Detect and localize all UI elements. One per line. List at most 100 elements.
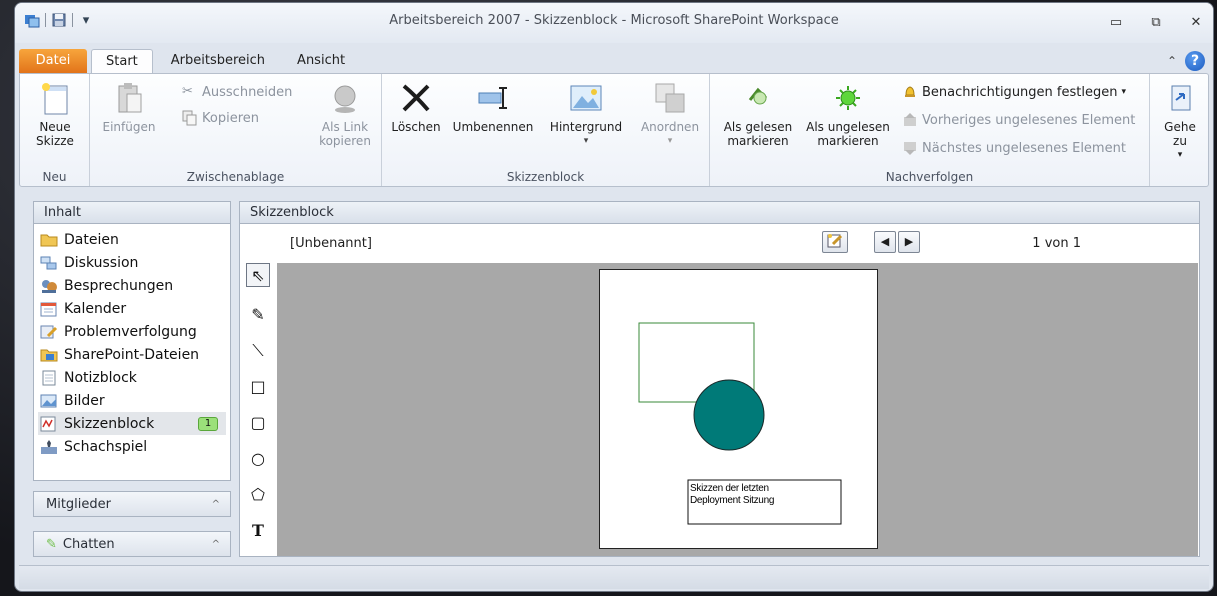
members-pane-label: Mitglieder xyxy=(46,496,111,512)
scissors-icon: ✂ xyxy=(182,84,193,99)
arrange-button[interactable]: Anordnen ▾ xyxy=(634,80,706,148)
content-item-notizblock[interactable]: Notizblock xyxy=(38,366,230,389)
content-item-label: Schachspiel xyxy=(64,438,148,455)
tab-datei[interactable]: Datei xyxy=(19,49,87,73)
expand-chevron-icon[interactable]: ^ xyxy=(212,539,220,550)
paste-label: Einfügen xyxy=(102,120,156,134)
previous-sketch-button[interactable]: ◀ xyxy=(874,231,896,253)
pencil-icon: ✎ xyxy=(251,305,265,324)
folder-icon xyxy=(40,232,58,248)
minimize-icon[interactable]: ▭ xyxy=(1107,15,1125,31)
rename-label: Umbenennen xyxy=(452,120,534,134)
content-pane: Inhalt Dateien Diskussion Besprechungen … xyxy=(33,201,231,481)
content-item-dateien[interactable]: Dateien xyxy=(38,228,230,251)
status-bar xyxy=(19,565,1209,589)
sketch-doc-bar: [Unbenannt] ◀ ▶ 1 von 1 xyxy=(240,225,1199,263)
line-tool[interactable]: ⟍ xyxy=(246,339,270,363)
unread-badge: 1 xyxy=(198,416,218,431)
content-item-kalender[interactable]: Kalender xyxy=(38,297,230,320)
discussion-icon xyxy=(40,255,58,271)
text-tool[interactable]: T xyxy=(246,519,270,543)
content-item-schachspiel[interactable]: Schachspiel xyxy=(38,435,230,458)
group-gehe-zu: Gehe zu ▾ xyxy=(1150,74,1210,186)
set-alerts-dropdown-icon: ▾ xyxy=(1121,87,1126,97)
tab-ansicht[interactable]: Ansicht xyxy=(283,49,359,73)
select-tool[interactable]: ⇖ xyxy=(246,263,270,287)
tab-arbeitsbereich[interactable]: Arbeitsbereich xyxy=(157,49,279,73)
chat-pane-header[interactable]: ✎ Chatten ^ xyxy=(33,531,231,557)
goto-dropdown-icon: ▾ xyxy=(1177,150,1183,160)
meetings-icon xyxy=(40,278,58,294)
sketch-text-content: Skizzen der letzten Deployment Sitzung xyxy=(690,483,775,506)
cut-label: Ausschneiden xyxy=(202,84,293,100)
content-item-skizzenblock[interactable]: Skizzenblock 1 xyxy=(38,412,226,435)
content-list: Dateien Diskussion Besprechungen Kalende… xyxy=(34,224,230,458)
paste-icon xyxy=(111,80,147,116)
text-icon: T xyxy=(252,521,264,540)
group-neu: Neue Skizze Neu xyxy=(20,74,90,186)
help-icon[interactable]: ? xyxy=(1185,51,1205,71)
bell-icon xyxy=(902,84,918,100)
rounded-rectangle-tool[interactable]: ▢ xyxy=(246,411,270,435)
background-button[interactable]: Hintergrund ▾ xyxy=(542,80,630,148)
expand-chevron-icon[interactable]: ^ xyxy=(212,499,220,510)
mark-read-button[interactable]: Als gelesen markieren xyxy=(716,80,800,148)
content-item-label: Dateien xyxy=(64,231,119,248)
drawing-toolbox: ⇖ ✎ ⟍ □ ▢ ○ ⬠ T xyxy=(240,263,276,556)
content-item-label: Problemverfolgung xyxy=(64,323,197,340)
minimize-ribbon-icon[interactable]: ⌃ xyxy=(1167,54,1177,68)
window-controls: ▭ ⧉ ✕ xyxy=(1107,15,1205,31)
copy-as-link-label: Als Link kopieren xyxy=(319,120,371,148)
mark-unread-label: Als ungelesen markieren xyxy=(806,120,890,148)
tab-start[interactable]: Start xyxy=(91,49,153,73)
new-sketch-label: Neue Skizze xyxy=(36,120,74,148)
previous-unread-label: Vorheriges ungelesenes Element xyxy=(922,112,1136,128)
background-label: Hintergrund xyxy=(549,120,623,134)
copy-button[interactable]: Kopieren xyxy=(182,110,259,126)
members-pane-header[interactable]: Mitglieder ^ xyxy=(33,491,231,517)
copy-label: Kopieren xyxy=(202,110,259,126)
content-item-label: Besprechungen xyxy=(64,277,174,294)
next-unread-button[interactable]: Nächstes ungelesenes Element xyxy=(902,140,1126,156)
polygon-tool[interactable]: ⬠ xyxy=(246,483,270,507)
new-sketch-button[interactable]: Neue Skizze xyxy=(24,80,86,148)
copy-icon xyxy=(182,110,198,126)
notepad-icon xyxy=(40,370,58,386)
rectangle-tool[interactable]: □ xyxy=(246,375,270,399)
set-alerts-button[interactable]: Benachrichtigungen festlegen ▾ xyxy=(902,84,1126,100)
sketchpad-icon xyxy=(40,416,58,432)
goto-button[interactable]: Gehe zu ▾ xyxy=(1156,80,1204,162)
content-item-besprechungen[interactable]: Besprechungen xyxy=(38,274,230,297)
sketch-page-count: 1 von 1 xyxy=(1032,236,1081,251)
edit-sketch-button[interactable] xyxy=(822,231,848,253)
cut-button[interactable]: ✂ Ausschneiden xyxy=(182,84,292,100)
sketch-canvas-area: Skizzen der letzten Deployment Sitzung xyxy=(277,263,1198,556)
content-item-problemverfolgung[interactable]: Problemverfolgung xyxy=(38,320,230,343)
previous-unread-button[interactable]: Vorheriges ungelesenes Element xyxy=(902,112,1135,128)
rename-button[interactable]: Umbenennen xyxy=(448,80,538,134)
content-item-diskussion[interactable]: Diskussion xyxy=(38,251,230,274)
next-sketch-button[interactable]: ▶ xyxy=(898,231,920,253)
close-icon[interactable]: ✕ xyxy=(1187,15,1205,31)
chat-icon: ✎ xyxy=(46,536,57,552)
content-item-bilder[interactable]: Bilder xyxy=(38,389,230,412)
delete-button[interactable]: Löschen xyxy=(388,80,444,134)
arrange-icon xyxy=(652,80,688,116)
mark-unread-button[interactable]: Als ungelesen markieren xyxy=(802,80,894,148)
content-item-label: Skizzenblock xyxy=(64,415,155,432)
copy-as-link-button[interactable]: Als Link kopieren xyxy=(312,80,378,148)
pointer-icon: ⇖ xyxy=(251,266,265,285)
next-unread-label: Nächstes ungelesenes Element xyxy=(922,140,1126,156)
triangle-right-icon: ▶ xyxy=(904,235,914,248)
content-item-sharepoint-dateien[interactable]: SharePoint-Dateien xyxy=(38,343,230,366)
sketch-sheet[interactable]: Skizzen der letzten Deployment Sitzung xyxy=(599,269,878,549)
new-sketch-icon xyxy=(37,80,73,116)
goto-icon xyxy=(1162,80,1198,116)
restore-icon[interactable]: ⧉ xyxy=(1147,15,1165,31)
paste-button[interactable]: Einfügen xyxy=(100,80,158,134)
chess-icon xyxy=(40,439,58,455)
pictures-icon xyxy=(40,393,58,409)
link-icon xyxy=(327,80,363,116)
ellipse-tool[interactable]: ○ xyxy=(246,447,270,471)
pencil-tool[interactable]: ✎ xyxy=(246,303,270,327)
